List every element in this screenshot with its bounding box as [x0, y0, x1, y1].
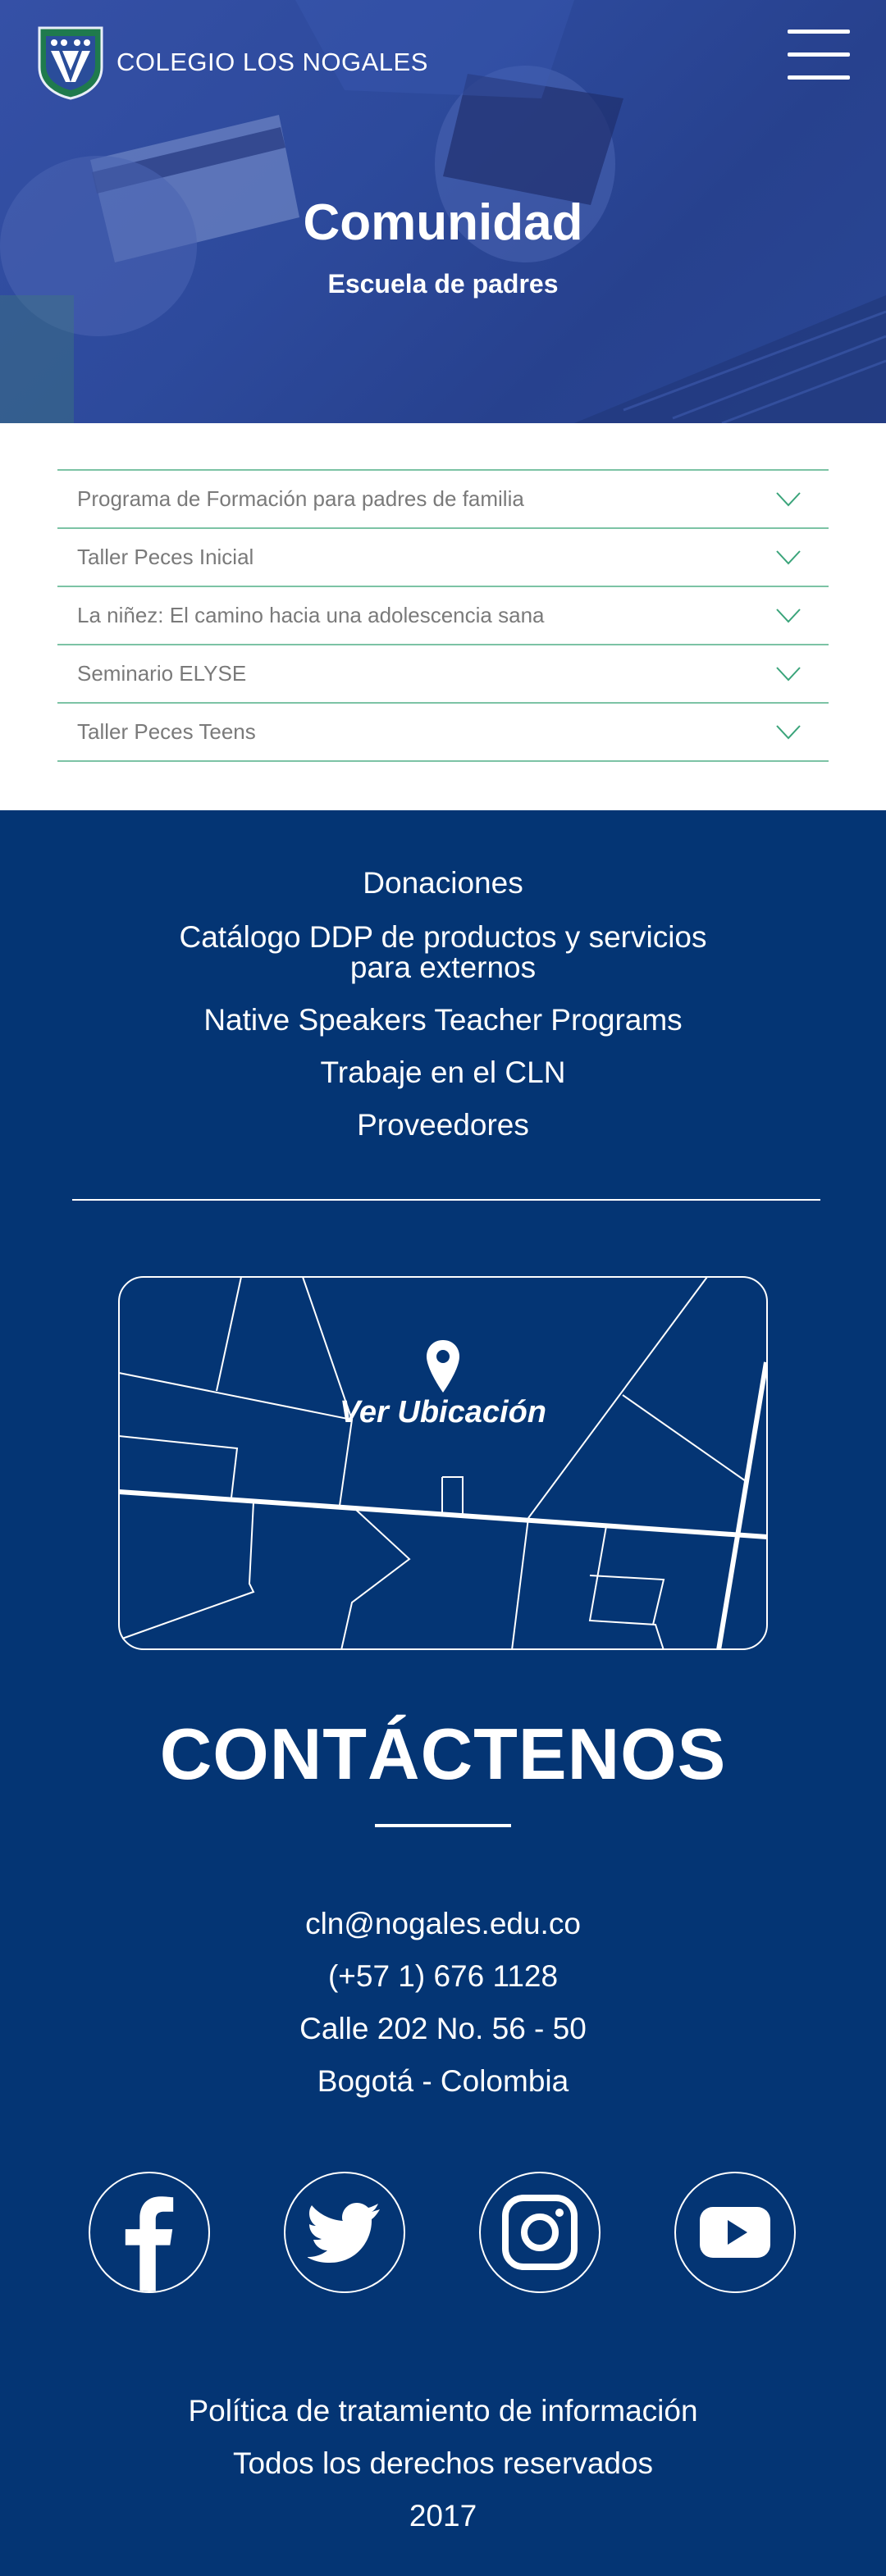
contact-address: Calle 202 No. 56 - 50: [299, 2012, 587, 2045]
footer-links: Donaciones Catálogo DDP de productos y s…: [0, 868, 886, 1140]
accordion-item[interactable]: Taller Peces Inicial: [57, 529, 829, 587]
accordion-item-label: Taller Peces Inicial: [77, 545, 254, 569]
legal-info: Política de tratamiento de información T…: [0, 2385, 886, 2542]
page-subtitle: Escuela de padres: [327, 269, 559, 299]
facebook-link[interactable]: [89, 2172, 210, 2293]
footer-link-catalogo[interactable]: Catálogo DDP de productos y servicios: [0, 922, 886, 952]
footer-link-donaciones[interactable]: Donaciones: [0, 868, 886, 898]
youtube-icon: [700, 2207, 770, 2258]
chevron-down-icon: [776, 608, 801, 622]
rights-text: Todos los derechos reservados: [232, 2446, 654, 2480]
hamburger-menu-button[interactable]: [788, 30, 850, 80]
copyright-year: 2017: [409, 2499, 477, 2533]
chevron-down-icon: [776, 491, 801, 506]
accordion-item[interactable]: La niñez: El camino hacia una adolescenc…: [57, 587, 829, 645]
site-footer: Donaciones Catálogo DDP de productos y s…: [0, 810, 886, 2576]
map-illustration: [118, 1276, 769, 1651]
chevron-down-icon: [776, 724, 801, 739]
accordion-item[interactable]: Programa de Formación para padres de fam…: [57, 471, 829, 529]
twitter-link[interactable]: [284, 2172, 405, 2293]
chevron-down-icon: [776, 549, 801, 564]
map-location-link[interactable]: Ver Ubicación: [118, 1276, 769, 1651]
contact-info: cln@nogales.edu.co (+57 1) 676 1128 Call…: [0, 1898, 886, 2108]
footer-link-proveedores[interactable]: Proveedores: [0, 1110, 886, 1140]
twitter-icon: [308, 2203, 380, 2263]
facebook-icon: [125, 2196, 174, 2291]
contact-phone[interactable]: (+57 1) 676 1128: [0, 1950, 886, 2003]
footer-link-native-speakers[interactable]: Native Speakers Teacher Programs: [0, 1005, 886, 1035]
school-crest-icon: [38, 26, 103, 100]
accordion-item[interactable]: Taller Peces Teens: [57, 704, 829, 762]
accordion-item-label: Taller Peces Teens: [77, 719, 256, 744]
contact-title: CONTÁCTENOS: [159, 1713, 727, 1794]
privacy-policy-link[interactable]: Política de tratamiento de información: [0, 2385, 886, 2437]
logo-text: COLEGIO LOS NOGALES: [116, 48, 428, 76]
contact-email[interactable]: cln@nogales.edu.co: [0, 1898, 886, 1950]
accordion-item-label: Programa de Formación para padres de fam…: [77, 486, 524, 511]
contact-city: Bogotá - Colombia: [317, 2064, 569, 2098]
accordion-list: Programa de Formación para padres de fam…: [57, 469, 829, 762]
social-links: [0, 2172, 886, 2295]
footer-divider: [72, 1199, 820, 1201]
page-title: Comunidad: [303, 194, 583, 251]
contact-title-underline: [375, 1824, 511, 1827]
accordion-item-label: La niñez: El camino hacia una adolescenc…: [77, 603, 545, 627]
accordion-item[interactable]: Seminario ELYSE: [57, 645, 829, 704]
footer-link-catalogo-line2[interactable]: para externos: [0, 952, 886, 983]
hero-banner: COLEGIO LOS NOGALES Comunidad Escuela de…: [0, 0, 886, 423]
instagram-icon: [502, 2195, 578, 2270]
youtube-link[interactable]: [674, 2172, 796, 2293]
accordion-item-label: Seminario ELYSE: [77, 661, 247, 686]
chevron-down-icon: [776, 666, 801, 681]
map-label: Ver Ubicación: [339, 1395, 546, 1429]
school-logo[interactable]: COLEGIO LOS NOGALES: [36, 25, 428, 100]
location-pin-icon: [427, 1340, 459, 1393]
instagram-link[interactable]: [479, 2172, 601, 2293]
footer-link-trabaje[interactable]: Trabaje en el CLN: [0, 1057, 886, 1087]
